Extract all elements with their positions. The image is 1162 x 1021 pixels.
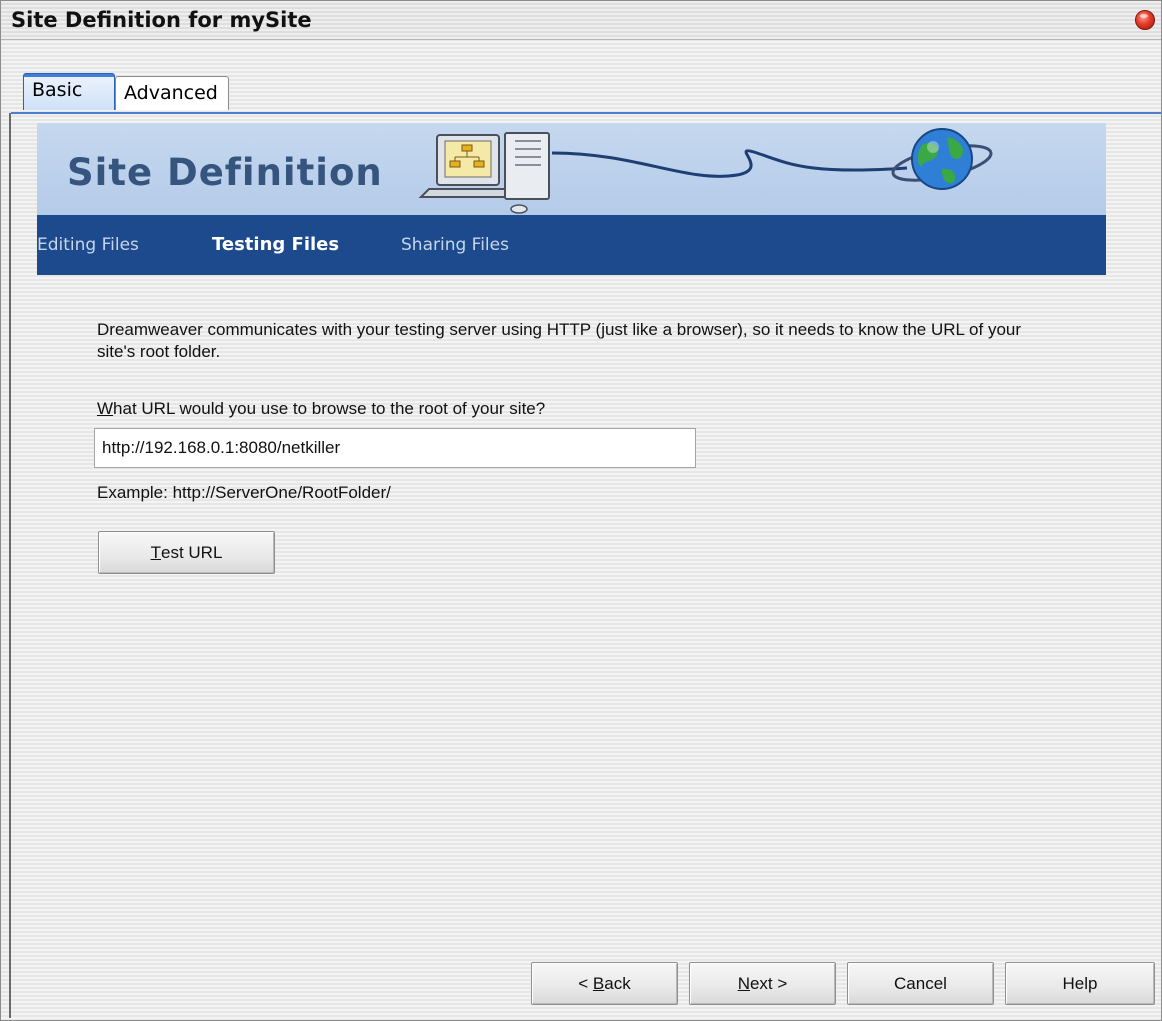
next-button-label: ext > [749, 973, 788, 993]
computer-icon [418, 132, 550, 214]
site-url-input[interactable] [94, 428, 696, 468]
step-editing-files: Editing Files [37, 235, 139, 255]
tab-advanced[interactable]: Advanced [115, 76, 229, 110]
title-bar: Site Definition for mySite [1, 1, 1161, 40]
step-testing-files: Testing Files [212, 234, 340, 255]
back-button-prefix: < [578, 973, 593, 993]
window-title: Site Definition for mySite [11, 8, 312, 32]
next-button[interactable]: Next > [689, 962, 836, 1005]
back-button-mnemonic: B [592, 973, 605, 993]
wizard-banner: Site Definition [37, 123, 1106, 215]
step-sharing-files: Sharing Files [401, 235, 509, 255]
description-text: Dreamweaver communicates with your testi… [97, 320, 1022, 361]
tab-basic[interactable]: Basic [23, 73, 115, 110]
globe-icon [891, 128, 993, 190]
test-button-mnemonic: T [150, 542, 161, 562]
question-text: hat URL would you use to browse to the r… [113, 399, 546, 418]
question-mnemonic: W [97, 399, 114, 418]
tab-divider [11, 112, 1161, 114]
next-button-mnemonic: N [737, 973, 750, 993]
banner-title: Site Definition [67, 151, 383, 194]
site-definition-dialog: Site Definition for mySite Basic Advance… [0, 0, 1162, 1021]
url-question-label: What URL would you use to browse to the … [97, 399, 545, 419]
back-button-label: ack [604, 973, 631, 993]
back-button[interactable]: < Back [531, 962, 678, 1005]
test-button-label: est URL [160, 542, 223, 562]
wizard-steps: Editing Files Testing Files Sharing File… [37, 215, 1106, 275]
test-url-button[interactable]: Test URL [98, 531, 275, 574]
panel-border [9, 113, 11, 1018]
help-button[interactable]: Help [1005, 962, 1155, 1005]
cancel-button[interactable]: Cancel [847, 962, 994, 1005]
url-example-text: Example: http://ServerOne/RootFolder/ [97, 483, 391, 502]
close-icon[interactable] [1135, 10, 1155, 30]
